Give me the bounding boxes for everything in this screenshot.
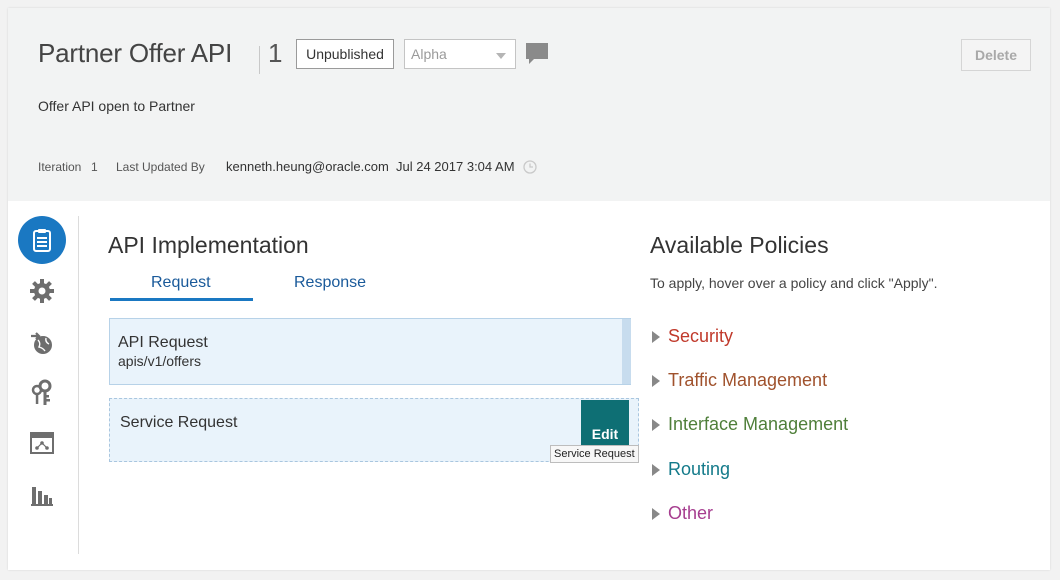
stage-select[interactable]: Alpha — [404, 39, 516, 69]
title-divider — [259, 46, 260, 74]
iteration-value: 1 — [91, 160, 98, 174]
expand-arrow-icon — [652, 463, 660, 476]
sidebar-item-settings[interactable] — [27, 276, 57, 306]
api-request-title: API Request — [118, 334, 208, 351]
expand-arrow-icon — [652, 330, 660, 343]
expand-arrow-icon — [652, 374, 660, 387]
policy-group-label: Traffic Management — [668, 370, 828, 390]
updated-at: Jul 24 2017 3:04 AM — [396, 159, 515, 174]
policy-group-interface-management[interactable]: Interface Management — [652, 414, 848, 435]
api-request-card[interactable]: API Request apis/v1/offers — [109, 318, 631, 385]
edit-button[interactable]: Edit — [581, 400, 629, 448]
sidebar-divider — [78, 216, 79, 554]
updated-by-label: Last Updated By — [116, 160, 205, 174]
stage-select-value: Alpha — [411, 46, 447, 62]
deployment-icon — [30, 432, 54, 454]
policy-group-traffic-management[interactable]: Traffic Management — [652, 370, 827, 391]
clipboard-icon — [33, 229, 51, 252]
edit-tooltip: Service Request — [550, 445, 639, 463]
sidebar-item-grants[interactable] — [27, 378, 57, 408]
updated-by-value: kenneth.heung@oracle.com — [226, 159, 389, 174]
chevron-down-icon — [496, 53, 506, 59]
tab-request[interactable]: Request — [151, 274, 211, 292]
sidebar-item-endpoints[interactable] — [27, 328, 57, 358]
policy-group-label: Other — [668, 503, 714, 523]
globe-arrow-icon — [31, 332, 52, 354]
keys-icon — [31, 379, 52, 405]
policy-group-label: Routing — [668, 459, 731, 479]
policy-group-other[interactable]: Other — [652, 503, 713, 524]
iteration-label: Iteration — [38, 160, 82, 174]
service-request-title: Service Request — [120, 414, 238, 431]
delete-button[interactable]: Delete — [961, 39, 1031, 71]
gear-icon — [30, 279, 54, 303]
comment-icon[interactable] — [525, 42, 549, 66]
sidebar-item-deployments[interactable] — [27, 428, 57, 458]
page-title: Partner Offer API — [38, 38, 233, 68]
sidebar-item-implementation[interactable] — [18, 216, 66, 264]
policy-group-routing[interactable]: Routing — [652, 459, 730, 480]
bar-chart-icon — [31, 487, 53, 506]
implementation-title: API Implementation — [108, 232, 309, 258]
sidebar-item-analytics[interactable] — [27, 480, 57, 510]
expand-arrow-icon — [652, 418, 660, 431]
active-tab-indicator — [110, 298, 253, 301]
policies-help-text: To apply, hover over a policy and click … — [650, 275, 938, 291]
expand-arrow-icon — [652, 507, 660, 520]
clock-icon — [523, 160, 537, 174]
publish-status-button[interactable]: Unpublished — [296, 39, 394, 69]
tab-response[interactable]: Response — [294, 274, 366, 292]
policy-group-label: Interface Management — [668, 414, 849, 434]
card-connector — [622, 319, 631, 384]
api-header: Partner Offer API 1 Unpublished Alpha De… — [8, 8, 1050, 201]
policy-group-security[interactable]: Security — [652, 326, 733, 347]
policies-title: Available Policies — [650, 232, 829, 258]
app-frame: Partner Offer API 1 Unpublished Alpha De… — [8, 8, 1050, 570]
api-description: Offer API open to Partner — [38, 98, 195, 114]
policy-group-label: Security — [668, 326, 734, 346]
api-request-path: apis/v1/offers — [118, 353, 202, 369]
version-number: 1 — [268, 38, 283, 68]
